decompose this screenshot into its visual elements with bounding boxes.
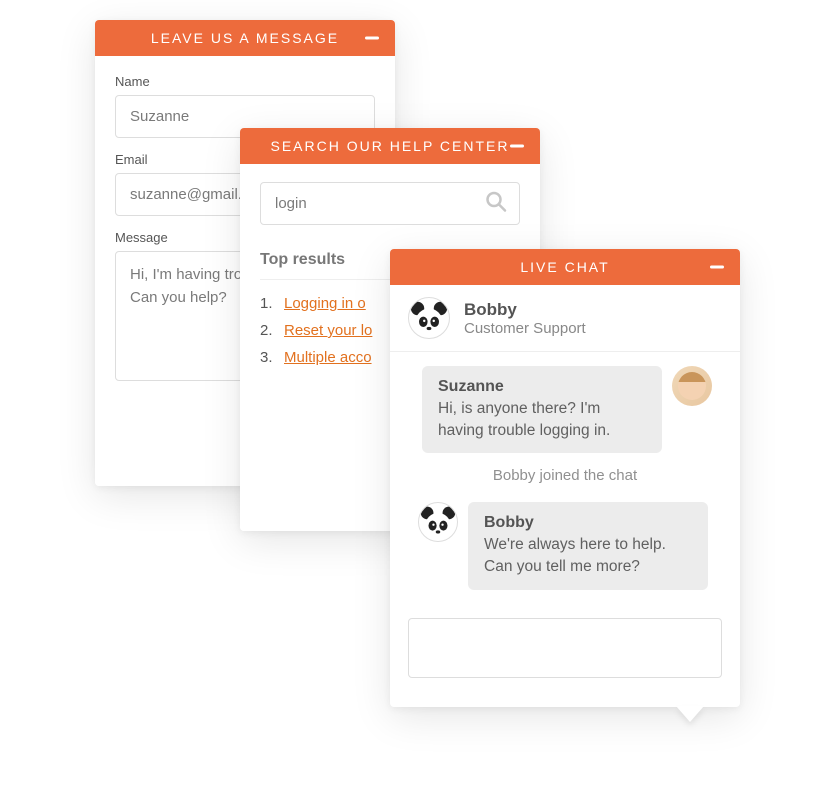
result-link[interactable]: Reset your lo [284, 322, 372, 339]
user-avatar [672, 366, 712, 406]
minimize-icon[interactable] [365, 37, 379, 40]
search-input[interactable] [260, 182, 520, 225]
chat-sender: Bobby [484, 514, 692, 532]
agent-info: Bobby Customer Support [464, 300, 586, 337]
result-link[interactable]: Logging in o [284, 295, 366, 312]
agent-avatar-small [418, 502, 458, 542]
chat-sender: Suzanne [438, 378, 646, 396]
chat-text: We're always here to help. Can you tell … [484, 534, 692, 577]
chat-messages: Suzanne Hi, is anyone there? I'm having … [390, 352, 740, 590]
minimize-icon[interactable] [510, 145, 524, 148]
agent-name: Bobby [464, 300, 586, 320]
help-center-header: SEARCH OUR HELP CENTER [240, 128, 540, 164]
system-message: Bobby joined the chat [408, 467, 722, 484]
search-icon[interactable] [484, 189, 508, 218]
live-chat-header: LIVE CHAT [390, 249, 740, 285]
agent-role: Customer Support [464, 320, 586, 337]
chat-input[interactable] [408, 618, 722, 678]
chat-message-row: Bobby We're always here to help. Can you… [408, 502, 722, 589]
agent-bar: Bobby Customer Support [390, 285, 740, 352]
chat-input-wrap [390, 604, 740, 707]
name-label: Name [115, 74, 375, 89]
chat-bubble: Bobby We're always here to help. Can you… [468, 502, 708, 589]
minimize-icon[interactable] [710, 266, 724, 269]
live-chat-panel: LIVE CHAT Bobby Customer Supp [390, 249, 740, 707]
leave-message-header: LEAVE US A MESSAGE [95, 20, 395, 56]
search-wrap [260, 182, 520, 225]
chat-tail-icon [676, 706, 704, 722]
help-center-title: SEARCH OUR HELP CENTER [270, 138, 509, 154]
chat-text: Hi, is anyone there? I'm having trouble … [438, 398, 646, 441]
agent-avatar [408, 297, 450, 339]
chat-message-row: Suzanne Hi, is anyone there? I'm having … [408, 366, 722, 453]
live-chat-title: LIVE CHAT [520, 259, 609, 275]
result-link[interactable]: Multiple acco [284, 349, 372, 366]
chat-bubble: Suzanne Hi, is anyone there? I'm having … [422, 366, 662, 453]
leave-message-title: LEAVE US A MESSAGE [151, 30, 339, 46]
